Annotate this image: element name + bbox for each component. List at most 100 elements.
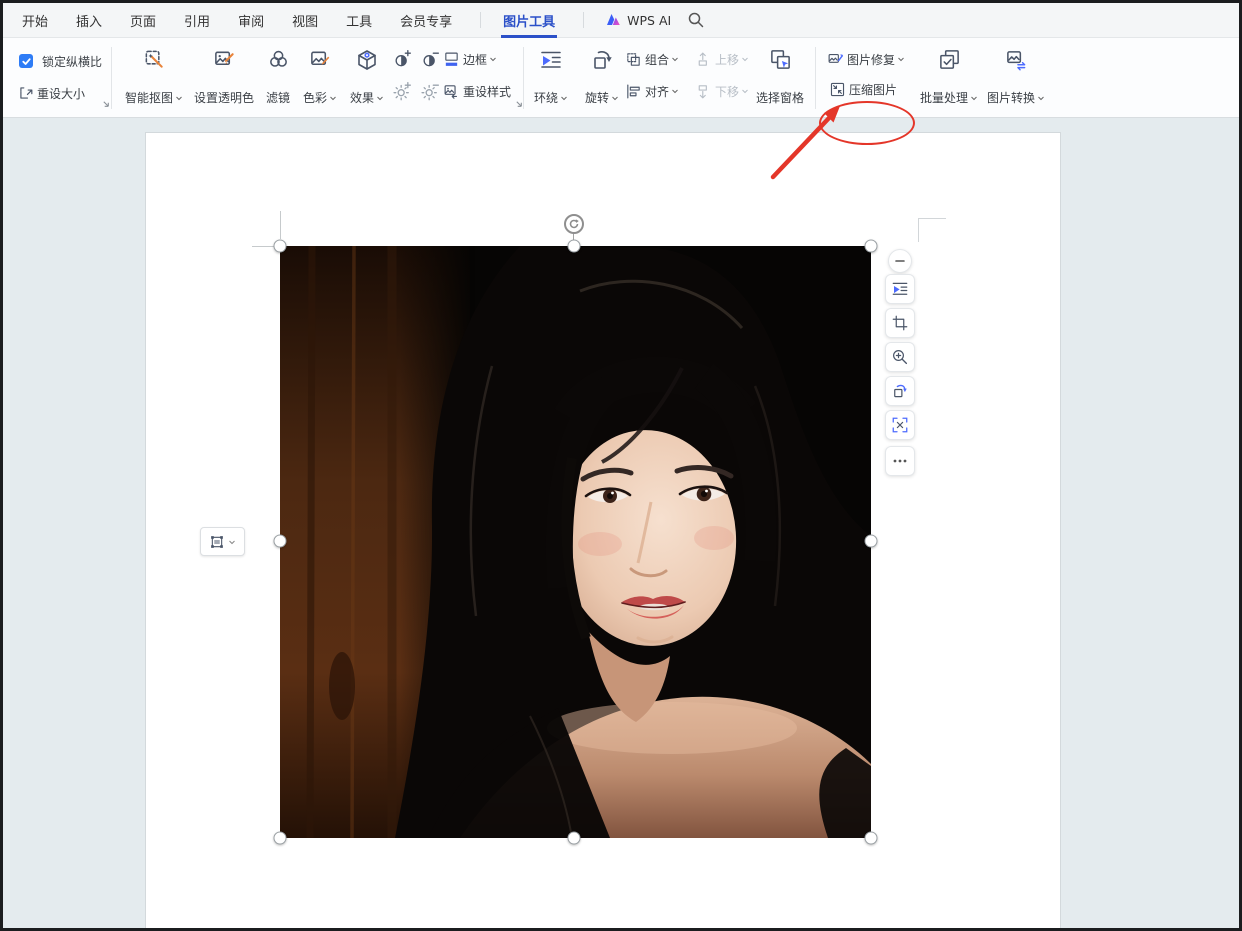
- picture-border-label: 边框: [463, 51, 487, 68]
- increase-contrast-button[interactable]: [392, 50, 412, 68]
- float-fit-screen-button[interactable]: [885, 410, 915, 440]
- tab-insert[interactable]: 插入: [76, 11, 102, 30]
- decrease-contrast-icon: [420, 49, 440, 69]
- float-text-wrap-button[interactable]: [885, 274, 915, 304]
- selection-pane-label: 选择窗格: [756, 89, 804, 106]
- smart-cutout-button[interactable]: 智能抠图: [115, 45, 193, 109]
- portrait-photo-rendering: [280, 246, 871, 838]
- float-more-button[interactable]: [885, 446, 915, 476]
- crop-icon: [891, 314, 909, 332]
- selection-handle-bottom-center[interactable]: [568, 832, 581, 845]
- ellipsis-icon: [892, 453, 908, 469]
- ribbon-toolbar: 锁定纵横比 重设大小 智能抠图: [3, 37, 1239, 118]
- bring-forward-icon: [695, 51, 712, 68]
- filter-button[interactable]: 滤镜: [259, 45, 297, 109]
- effect-label: 效果: [350, 89, 374, 106]
- selection-handle-middle-left[interactable]: [274, 535, 287, 548]
- dialog-launcher-icon[interactable]: [102, 100, 111, 109]
- decrease-contrast-button[interactable]: [420, 50, 440, 68]
- filter-icon: [267, 48, 290, 71]
- increase-contrast-icon: [392, 49, 412, 69]
- margin-corner-mark: [918, 218, 946, 219]
- reset-size-icon: [18, 85, 34, 101]
- selection-handle-bottom-right[interactable]: [865, 832, 878, 845]
- smart-cutout-label: 智能抠图: [125, 89, 173, 106]
- send-backward-icon: [695, 83, 712, 100]
- group-objects-label: 组合: [645, 51, 669, 68]
- wps-writer-window: 开始 插入 页面 引用 审阅 视图 工具 会员专享 图片工具 WPS AI: [0, 0, 1242, 931]
- send-backward-button: 下移: [695, 82, 749, 100]
- rotate-button[interactable]: 旋转: [577, 45, 627, 109]
- tab-view[interactable]: 视图: [292, 11, 318, 30]
- tab-review[interactable]: 审阅: [238, 11, 264, 30]
- reset-style-label: 重设样式: [463, 83, 511, 100]
- float-crop-button[interactable]: [885, 308, 915, 338]
- group-objects-button[interactable]: 组合: [625, 50, 679, 68]
- compress-picture-label: 压缩图片: [849, 81, 897, 98]
- layout-options-icon: [209, 534, 225, 550]
- bring-forward-button: 上移: [695, 50, 749, 68]
- tab-page[interactable]: 页面: [130, 11, 156, 30]
- rotation-handle[interactable]: [564, 214, 584, 234]
- picture-repair-button[interactable]: 图片修复: [827, 50, 905, 68]
- selection-handle-top-left[interactable]: [274, 240, 287, 253]
- float-rotate-button[interactable]: [885, 376, 915, 406]
- search-icon[interactable]: [687, 11, 705, 29]
- effect-button[interactable]: 效果: [343, 45, 391, 109]
- set-transparent-color-icon: [213, 48, 236, 71]
- menu-bar: 开始 插入 页面 引用 审阅 视图 工具 会员专享 图片工具 WPS AI: [3, 3, 1239, 38]
- decrease-brightness-button[interactable]: [420, 82, 440, 100]
- float-zoom-button[interactable]: [885, 342, 915, 372]
- compress-picture-button[interactable]: 压缩图片: [829, 80, 897, 98]
- decrease-brightness-icon: [420, 81, 440, 101]
- color-button[interactable]: 色彩: [297, 45, 343, 109]
- rotate-icon: [590, 48, 614, 72]
- selection-handle-top-right[interactable]: [865, 240, 878, 253]
- filter-label: 滤镜: [266, 89, 290, 106]
- text-wrap-icon: [539, 48, 563, 72]
- wps-ai-button[interactable]: WPS AI: [606, 13, 671, 28]
- picture-convert-icon: [1005, 48, 1028, 71]
- portrait-image[interactable]: [280, 246, 871, 838]
- align-objects-icon: [625, 83, 642, 100]
- effect-icon: [355, 48, 379, 72]
- checkbox-checked-icon[interactable]: [19, 54, 33, 68]
- lock-aspect-ratio-checkbox-row[interactable]: 锁定纵横比: [19, 52, 102, 70]
- chevron-down-icon: [741, 87, 749, 95]
- align-objects-label: 对齐: [645, 83, 669, 100]
- picture-repair-icon: [827, 51, 844, 68]
- increase-brightness-button[interactable]: [392, 82, 412, 100]
- chevron-down-icon: [671, 87, 679, 95]
- tab-home[interactable]: 开始: [22, 11, 48, 30]
- tab-member[interactable]: 会员专享: [400, 11, 452, 30]
- chevron-down-icon: [1037, 94, 1045, 102]
- set-transparent-color-label: 设置透明色: [194, 89, 254, 106]
- picture-repair-label: 图片修复: [847, 51, 895, 68]
- selection-pane-button[interactable]: 选择窗格: [751, 45, 809, 109]
- batch-process-icon: [938, 48, 961, 71]
- selection-handle-top-center[interactable]: [568, 240, 581, 253]
- tab-picture-tools[interactable]: 图片工具: [503, 11, 555, 30]
- collapse-toolbar-button[interactable]: [888, 249, 912, 273]
- reset-size-button[interactable]: 重设大小: [18, 84, 85, 102]
- chevron-down-icon: [611, 94, 619, 102]
- reset-style-button[interactable]: 重设样式: [443, 82, 511, 100]
- send-backward-label: 下移: [715, 83, 739, 100]
- alignment-guide-horizontal: [252, 246, 276, 247]
- layout-options-button[interactable]: [200, 527, 245, 556]
- picture-convert-label: 图片转换: [987, 89, 1035, 106]
- reset-size-label: 重设大小: [37, 85, 85, 102]
- batch-process-button[interactable]: 批量处理: [917, 45, 981, 109]
- align-objects-button[interactable]: 对齐: [625, 82, 679, 100]
- tab-reference[interactable]: 引用: [184, 11, 210, 30]
- reset-style-icon: [443, 83, 460, 100]
- rotate-icon: [891, 382, 909, 400]
- selection-handle-bottom-left[interactable]: [274, 832, 287, 845]
- tab-tools[interactable]: 工具: [346, 11, 372, 30]
- text-wrap-label: 环绕: [534, 89, 558, 106]
- set-transparent-color-button[interactable]: 设置透明色: [191, 45, 257, 109]
- selection-handle-middle-right[interactable]: [865, 535, 878, 548]
- picture-convert-button[interactable]: 图片转换: [983, 45, 1049, 109]
- text-wrap-button[interactable]: 环绕: [527, 45, 575, 109]
- picture-border-button[interactable]: 边框: [443, 50, 497, 68]
